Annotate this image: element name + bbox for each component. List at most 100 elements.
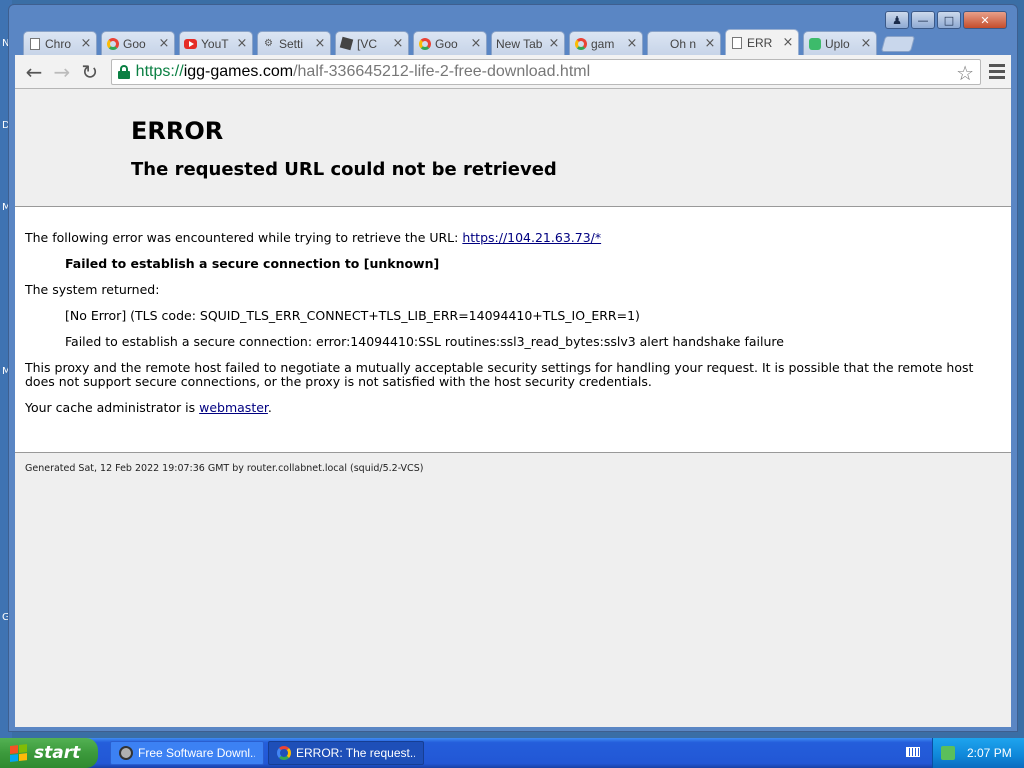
tab-label: [VC [357, 36, 378, 51]
tab-close-icon[interactable]: × [782, 36, 794, 49]
raccoon-icon [119, 746, 133, 760]
maximize-icon: □ [943, 13, 955, 27]
chrome-icon [277, 746, 291, 760]
network-icon[interactable] [941, 746, 955, 760]
tab-label: Oh n [670, 36, 697, 51]
browser-toolbar: ← → ↻ https://igg-games.com/half-3366452… [15, 55, 1011, 89]
google-icon [106, 37, 119, 50]
lock-icon [117, 64, 130, 79]
generated-footer-text: Generated Sat, 12 Feb 2022 19:07:36 GMT … [25, 463, 424, 474]
browser-window: ♟ — □ ✕ Chro × Goo × YouT × ⚙ Setti × [V… [8, 4, 1018, 732]
error-header: ERROR The requested URL could not be ret… [15, 89, 1011, 207]
tab[interactable]: YouT × [179, 31, 253, 55]
error-explanation: This proxy and the remote host failed to… [25, 360, 974, 389]
new-tab-button[interactable] [880, 36, 916, 52]
tab-close-icon[interactable]: × [626, 37, 638, 50]
bookmark-star-icon[interactable]: ☆ [956, 61, 974, 86]
url-scheme: https:// [135, 62, 184, 80]
arrow-right-icon: → [53, 59, 71, 84]
webmaster-link[interactable]: webmaster [199, 400, 268, 415]
error-footer: Generated Sat, 12 Feb 2022 19:07:36 GMT … [15, 453, 1011, 727]
roblox-icon [339, 36, 354, 51]
tab[interactable]: Goo × [101, 31, 175, 55]
tab[interactable]: [VC × [335, 31, 409, 55]
tab-label: gam [591, 36, 615, 51]
tab-close-icon[interactable]: × [704, 37, 716, 50]
tab-label: Setti [279, 36, 304, 51]
error-url-link[interactable]: https://104.21.63.73/* [462, 230, 601, 245]
taskbar-item-label: ERROR: The request... [296, 746, 415, 760]
error-intro: The following error was encountered whil… [25, 231, 1001, 245]
admin-line: Your cache administrator is webmaster. [25, 401, 1001, 415]
google-icon [574, 37, 587, 50]
taskbar-item[interactable]: Free Software Downl... [110, 741, 264, 765]
error-body: The following error was encountered whil… [15, 207, 1011, 453]
tab-close-icon[interactable]: × [314, 37, 326, 50]
tab-label: New Tab [496, 36, 543, 51]
tab-label: Goo [123, 36, 146, 51]
keyboard-icon[interactable] [906, 747, 920, 757]
tab[interactable]: ⚙ Setti × [257, 31, 331, 55]
recycle-icon [808, 37, 821, 50]
maximize-button[interactable]: □ [937, 11, 961, 29]
admin-suffix: . [267, 400, 272, 415]
error-failure: Failed to establish a secure connection … [65, 256, 440, 271]
person-icon: ♟ [892, 13, 902, 27]
tab[interactable]: Uplo × [803, 31, 877, 55]
minimize-button[interactable]: — [911, 11, 935, 29]
system-tray: 2:07 PM [932, 738, 1024, 768]
tab-close-icon[interactable]: × [470, 37, 482, 50]
tab-label: Uplo [825, 36, 850, 51]
clock[interactable]: 2:07 PM [967, 746, 1012, 760]
page-subtitle: The requested URL could not be retrieved [131, 159, 557, 180]
close-window-button[interactable]: ✕ [963, 11, 1007, 29]
start-label: start [34, 743, 81, 763]
start-button[interactable]: start [0, 738, 98, 768]
ssl-detail: Failed to establish a secure connection:… [65, 334, 784, 349]
reload-button[interactable]: ↻ [77, 59, 103, 85]
profile-button[interactable]: ♟ [885, 11, 909, 29]
system-returned-label: The system returned: [25, 282, 160, 297]
taskbar-item-active[interactable]: ERROR: The request... [268, 741, 424, 765]
page-icon [28, 37, 41, 50]
url-host: igg-games.com [183, 62, 294, 80]
taskbar: start Free Software Downl... ERROR: The … [0, 738, 1024, 768]
tab[interactable]: Oh n × [647, 31, 721, 55]
taskbar-item-label: Free Software Downl... [138, 746, 255, 760]
menu-icon[interactable] [989, 64, 1005, 79]
tab-label: ERR [747, 35, 773, 50]
window-caption-buttons: ♟ — □ ✕ [885, 11, 1007, 29]
windows-logo-icon [10, 744, 28, 762]
close-icon: ✕ [980, 13, 990, 27]
arrow-left-icon: ← [25, 59, 43, 84]
tab-close-icon[interactable]: × [548, 37, 560, 50]
tab[interactable]: Goo × [413, 31, 487, 55]
url-path: /half-336645212-life-2-free-download.htm… [293, 62, 591, 80]
tab-label: Chro [45, 36, 72, 51]
tab-close-icon[interactable]: × [860, 37, 872, 50]
tab-label: Goo [435, 36, 458, 51]
youtube-icon [184, 37, 197, 50]
tab[interactable]: New Tab × [491, 31, 565, 55]
admin-prefix: Your cache administrator is [25, 400, 200, 415]
page-content: ERROR The requested URL could not be ret… [15, 89, 1011, 727]
page-icon [730, 36, 743, 49]
tab-close-icon[interactable]: × [392, 37, 404, 50]
gear-icon: ⚙ [264, 38, 273, 49]
tab-active[interactable]: ERR × [725, 29, 799, 55]
forward-button[interactable]: → [49, 59, 75, 85]
google-icon [418, 37, 431, 50]
tab-label: YouT [201, 36, 229, 51]
tls-code: [No Error] (TLS code: SQUID_TLS_ERR_CONN… [65, 308, 640, 323]
tab-close-icon[interactable]: × [80, 37, 92, 50]
address-bar[interactable]: https://igg-games.com/half-336645212-lif… [110, 58, 982, 86]
page-title: ERROR [131, 117, 224, 145]
tab[interactable]: Chro × [23, 31, 97, 55]
back-button[interactable]: ← [21, 59, 47, 85]
error-intro-text: The following error was encountered whil… [25, 230, 463, 245]
tab[interactable]: gam × [569, 31, 643, 55]
minimize-icon: — [917, 13, 929, 27]
tab-close-icon[interactable]: × [236, 37, 248, 50]
tab-strip: Chro × Goo × YouT × ⚙ Setti × [VC × Goo … [23, 29, 916, 55]
tab-close-icon[interactable]: × [158, 37, 170, 50]
